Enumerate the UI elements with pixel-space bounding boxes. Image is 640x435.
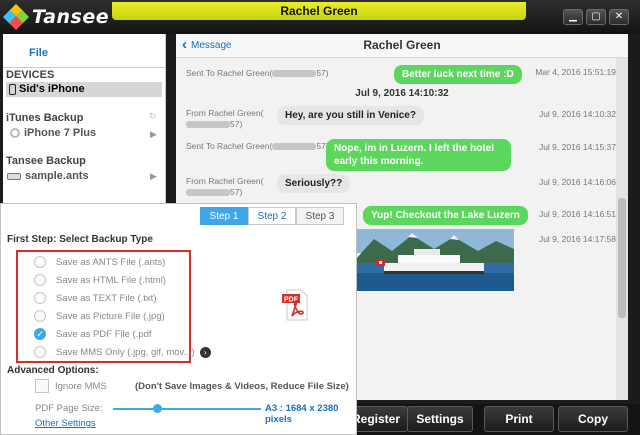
option-label: Save as ANTS File (.ants) bbox=[56, 256, 166, 268]
step-tabs: Step 1 Step 2 Step 3 bbox=[200, 207, 344, 225]
pdf-page-size-label: PDF Page Size: bbox=[35, 403, 103, 414]
photo-image bbox=[356, 229, 514, 291]
logo-diamond-icon bbox=[2, 3, 30, 31]
message-time: Jul 9, 2016 14:10:32 bbox=[538, 109, 616, 119]
tab-step-2[interactable]: Step 2 bbox=[248, 207, 296, 225]
option-label: Save as TEXT File (.txt) bbox=[56, 292, 157, 304]
option-pdf[interactable]: ✓ Save as PDF File (.pdf bbox=[34, 327, 152, 341]
copy-button[interactable]: Copy bbox=[558, 406, 628, 432]
conversation-header: ‹ Message Rachel Green bbox=[176, 34, 628, 58]
export-dialog: Step 1 Step 2 Step 3 First Step: Select … bbox=[0, 203, 357, 435]
option-label: Save as PDF File (.pdf bbox=[56, 328, 152, 340]
ignore-mms-note: (Don't Save Images & Videos, Reduce File… bbox=[135, 381, 349, 392]
ignore-mms-label: Ignore MMS bbox=[55, 381, 107, 392]
conversation-title: Rachel Green bbox=[363, 38, 441, 52]
expand-arrow-icon[interactable]: ▶ bbox=[150, 129, 157, 140]
message-meta: Sent To Rachel Green(57) bbox=[186, 68, 329, 78]
tab-step-1[interactable]: Step 1 bbox=[200, 207, 248, 225]
app-logo: Tansee bbox=[2, 3, 110, 31]
sent-bubble[interactable]: Yup! Checkout the Lake Luzern bbox=[363, 206, 528, 225]
lake-luzern-photo[interactable] bbox=[356, 229, 514, 291]
radio-html[interactable] bbox=[34, 274, 46, 286]
itunes-refresh-icon[interactable]: ↻ bbox=[149, 111, 157, 122]
redacted-number bbox=[272, 70, 317, 78]
info-arrow-icon[interactable]: › bbox=[199, 346, 211, 358]
sidebar-item-sids-iphone[interactable]: Sid's iPhone bbox=[6, 82, 162, 97]
backup-gear-icon bbox=[10, 128, 20, 138]
devices-heading: DEVICES bbox=[6, 69, 55, 81]
sidebar-item-iphone-7-plus[interactable]: iPhone 7 Plus bbox=[10, 127, 96, 139]
maximize-button[interactable]: ▢ bbox=[586, 9, 606, 25]
title-bar: Tansee Rachel Green ▁ ▢ ✕ bbox=[0, 0, 640, 34]
settings-button[interactable]: Settings bbox=[407, 406, 473, 432]
redacted-number bbox=[186, 189, 230, 197]
redacted-number bbox=[272, 143, 317, 151]
message-time: Jul 9, 2016 14:17:58 bbox=[538, 234, 616, 244]
step-title: First Step: Select Backup Type bbox=[7, 234, 153, 245]
sent-bubble[interactable]: Better luck next time :D bbox=[394, 65, 522, 84]
logo-text: Tansee bbox=[32, 6, 110, 28]
date-separator: Jul 9, 2016 14:10:32 bbox=[355, 88, 449, 99]
message-time: Jul 9, 2016 14:16:51 bbox=[538, 209, 616, 219]
slider-handle[interactable] bbox=[153, 404, 162, 413]
print-button[interactable]: Print bbox=[484, 406, 554, 432]
minimize-button[interactable]: ▁ bbox=[563, 9, 583, 25]
message-time: Jul 9, 2016 14:16:06 bbox=[538, 177, 616, 187]
phone-icon bbox=[9, 84, 16, 95]
option-picture[interactable]: Save as Picture File (.jpg) bbox=[34, 309, 165, 323]
sidebar-item-sample-ants[interactable]: sample.ants bbox=[7, 170, 89, 182]
itunes-backup-heading: iTunes Backup bbox=[6, 112, 84, 124]
redacted-number bbox=[186, 121, 230, 129]
advanced-options-heading: Advanced Options: bbox=[7, 365, 99, 376]
radio-picture[interactable] bbox=[34, 310, 46, 322]
expand-arrow-icon[interactable]: ▶ bbox=[150, 171, 157, 182]
sent-bubble[interactable]: Nope, im in Luzern. I left the hotel ear… bbox=[326, 139, 511, 171]
itunes-item-label: iPhone 7 Plus bbox=[24, 127, 97, 139]
message-meta: Sent To Rachel Green(57) bbox=[186, 141, 329, 151]
scrollbar-thumb[interactable] bbox=[618, 198, 626, 318]
option-label: Save as HTML File (.html) bbox=[56, 274, 166, 286]
message-meta: From Rachel Green(57) bbox=[186, 108, 264, 129]
option-html[interactable]: Save as HTML File (.html) bbox=[34, 273, 166, 287]
message-time: Mar 4, 2016 15:51:19 bbox=[535, 67, 616, 77]
disk-icon bbox=[7, 172, 21, 180]
tab-step-3[interactable]: Step 3 bbox=[296, 207, 344, 225]
close-button[interactable]: ✕ bbox=[609, 9, 629, 25]
conversation-scrollbar[interactable] bbox=[616, 58, 628, 400]
message-meta: From Rachel Green(57) bbox=[186, 176, 264, 197]
radio-mms-only[interactable] bbox=[34, 346, 46, 358]
option-text[interactable]: Save as TEXT File (.txt) bbox=[34, 291, 156, 305]
sidebar: File DEVICES Sid's iPhone iTunes Backup … bbox=[3, 34, 166, 204]
page-size-value: A3 : 1684 x 2380 pixels bbox=[265, 403, 339, 425]
option-ants[interactable]: Save as ANTS File (.ants) bbox=[34, 255, 165, 269]
ignore-mms-checkbox[interactable] bbox=[35, 379, 49, 393]
message-time: Jul 9, 2016 14:15:37 bbox=[538, 142, 616, 152]
option-label: Save as Picture File (.jpg) bbox=[56, 310, 165, 322]
option-label: Save MMS Only (.jpg, gif, mov...) bbox=[56, 346, 195, 358]
tansee-backup-heading: Tansee Backup bbox=[6, 155, 86, 167]
received-bubble[interactable]: Hey, are you still in Venice? bbox=[277, 106, 424, 125]
received-bubble[interactable]: Seriously?? bbox=[277, 174, 351, 193]
radio-pdf-checked[interactable]: ✓ bbox=[34, 328, 46, 340]
device-label: Sid's iPhone bbox=[19, 83, 85, 95]
pdf-file-icon: PDF bbox=[279, 288, 313, 322]
radio-ants[interactable] bbox=[34, 256, 46, 268]
option-mms-only[interactable]: Save MMS Only (.jpg, gif, mov...) › bbox=[34, 345, 211, 359]
tansee-item-label: sample.ants bbox=[25, 170, 89, 182]
radio-text[interactable] bbox=[34, 292, 46, 304]
other-settings-link[interactable]: Other Settings bbox=[35, 418, 96, 429]
window-title: Rachel Green bbox=[112, 2, 526, 20]
page-size-slider[interactable] bbox=[113, 404, 261, 413]
file-tab[interactable]: File bbox=[3, 34, 166, 68]
